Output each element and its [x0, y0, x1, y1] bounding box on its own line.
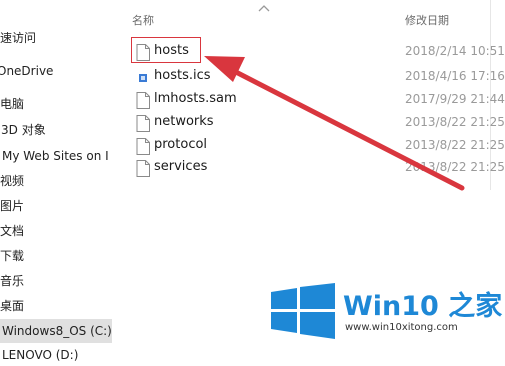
file-date-modified: 2017/9/29 21:44: [405, 92, 505, 106]
file-date-modified: 2018/4/16 17:16: [405, 69, 505, 83]
watermark-brand-suffix: 之家: [448, 291, 503, 322]
nav-item-my-web-sites[interactable]: My Web Sites on I: [0, 145, 112, 167]
nav-item-label: OneDrive: [0, 64, 54, 78]
nav-item-onedrive[interactable]: OneDrive: [0, 60, 112, 82]
nav-item-label: 下载: [0, 249, 25, 263]
windows-logo-icon: [271, 283, 335, 339]
nav-item-drive-c[interactable]: Windows8_OS (C:): [0, 319, 112, 343]
file-name: hosts.ics: [154, 68, 211, 83]
nav-item-label: 音乐: [0, 274, 25, 288]
file-date-modified: 2013/8/22 21:25: [405, 160, 505, 174]
file-icon: [136, 138, 150, 155]
file-date-modified: 2013/8/22 21:25: [405, 115, 505, 129]
file-icon: [136, 160, 150, 177]
column-header-name[interactable]: 名称: [132, 12, 154, 28]
file-date-modified: 2013/8/22 21:25: [405, 138, 505, 152]
nav-item-documents[interactable]: 文档: [0, 220, 112, 242]
file-row[interactable]: networks 2013/8/22 21:25: [132, 112, 505, 134]
nav-item-quick-access[interactable]: 快速访问: [0, 27, 112, 49]
file-name: protocol: [154, 137, 208, 152]
watermark-brand-prefix: Win10: [343, 291, 439, 322]
nav-item-label: 3D 对象: [1, 123, 46, 137]
nav-item-music[interactable]: 音乐: [0, 270, 112, 292]
nav-item-pictures[interactable]: 图片: [0, 195, 112, 217]
file-icon: [136, 92, 150, 109]
file-row[interactable]: protocol 2013/8/22 21:25: [132, 135, 505, 157]
watermark-url: www.win10xitong.com: [345, 322, 458, 333]
nav-item-label: LENOVO (D:): [2, 348, 79, 362]
file-icon: [136, 115, 150, 132]
settings-file-icon: [139, 74, 147, 82]
nav-item-desktop[interactable]: 桌面: [0, 295, 112, 317]
nav-item-label: My Web Sites on I: [2, 149, 109, 163]
file-name: networks: [154, 114, 214, 129]
nav-item-downloads[interactable]: 下载: [0, 245, 112, 267]
navigation-pane: 快速访问 OneDrive 此电脑 3D 对象 My Web Sites on …: [0, 0, 112, 362]
sort-ascending-icon: [258, 5, 270, 12]
file-row[interactable]: services 2013/8/22 21:25: [132, 157, 505, 179]
nav-item-label: 图片: [0, 199, 25, 213]
nav-item-label: 文档: [0, 224, 25, 238]
file-date-modified: 2018/2/14 10:51: [405, 44, 505, 58]
nav-item-drive-d[interactable]: LENOVO (D:): [0, 344, 112, 366]
nav-item-label: 快速访问: [0, 31, 37, 45]
file-row[interactable]: lmhosts.sam 2017/9/29 21:44: [132, 89, 505, 111]
nav-item-label: Windows8_OS (C:): [2, 324, 112, 338]
column-header-date-modified[interactable]: 修改日期: [405, 12, 449, 28]
file-row[interactable]: hosts.ics 2018/4/16 17:16: [132, 66, 505, 88]
file-name: services: [154, 159, 208, 174]
nav-item-label: 桌面: [0, 299, 25, 313]
nav-item-this-pc[interactable]: 此电脑: [0, 93, 112, 115]
file-name: lmhosts.sam: [154, 91, 237, 106]
nav-item-label: 此电脑: [0, 97, 25, 111]
watermark-brand: Win10 之家: [343, 284, 502, 323]
annotation-highlight-box: [131, 37, 201, 63]
nav-item-videos[interactable]: 视频: [0, 170, 112, 192]
nav-item-3d-objects[interactable]: 3D 对象: [0, 119, 112, 141]
nav-item-label: 视频: [0, 174, 25, 188]
